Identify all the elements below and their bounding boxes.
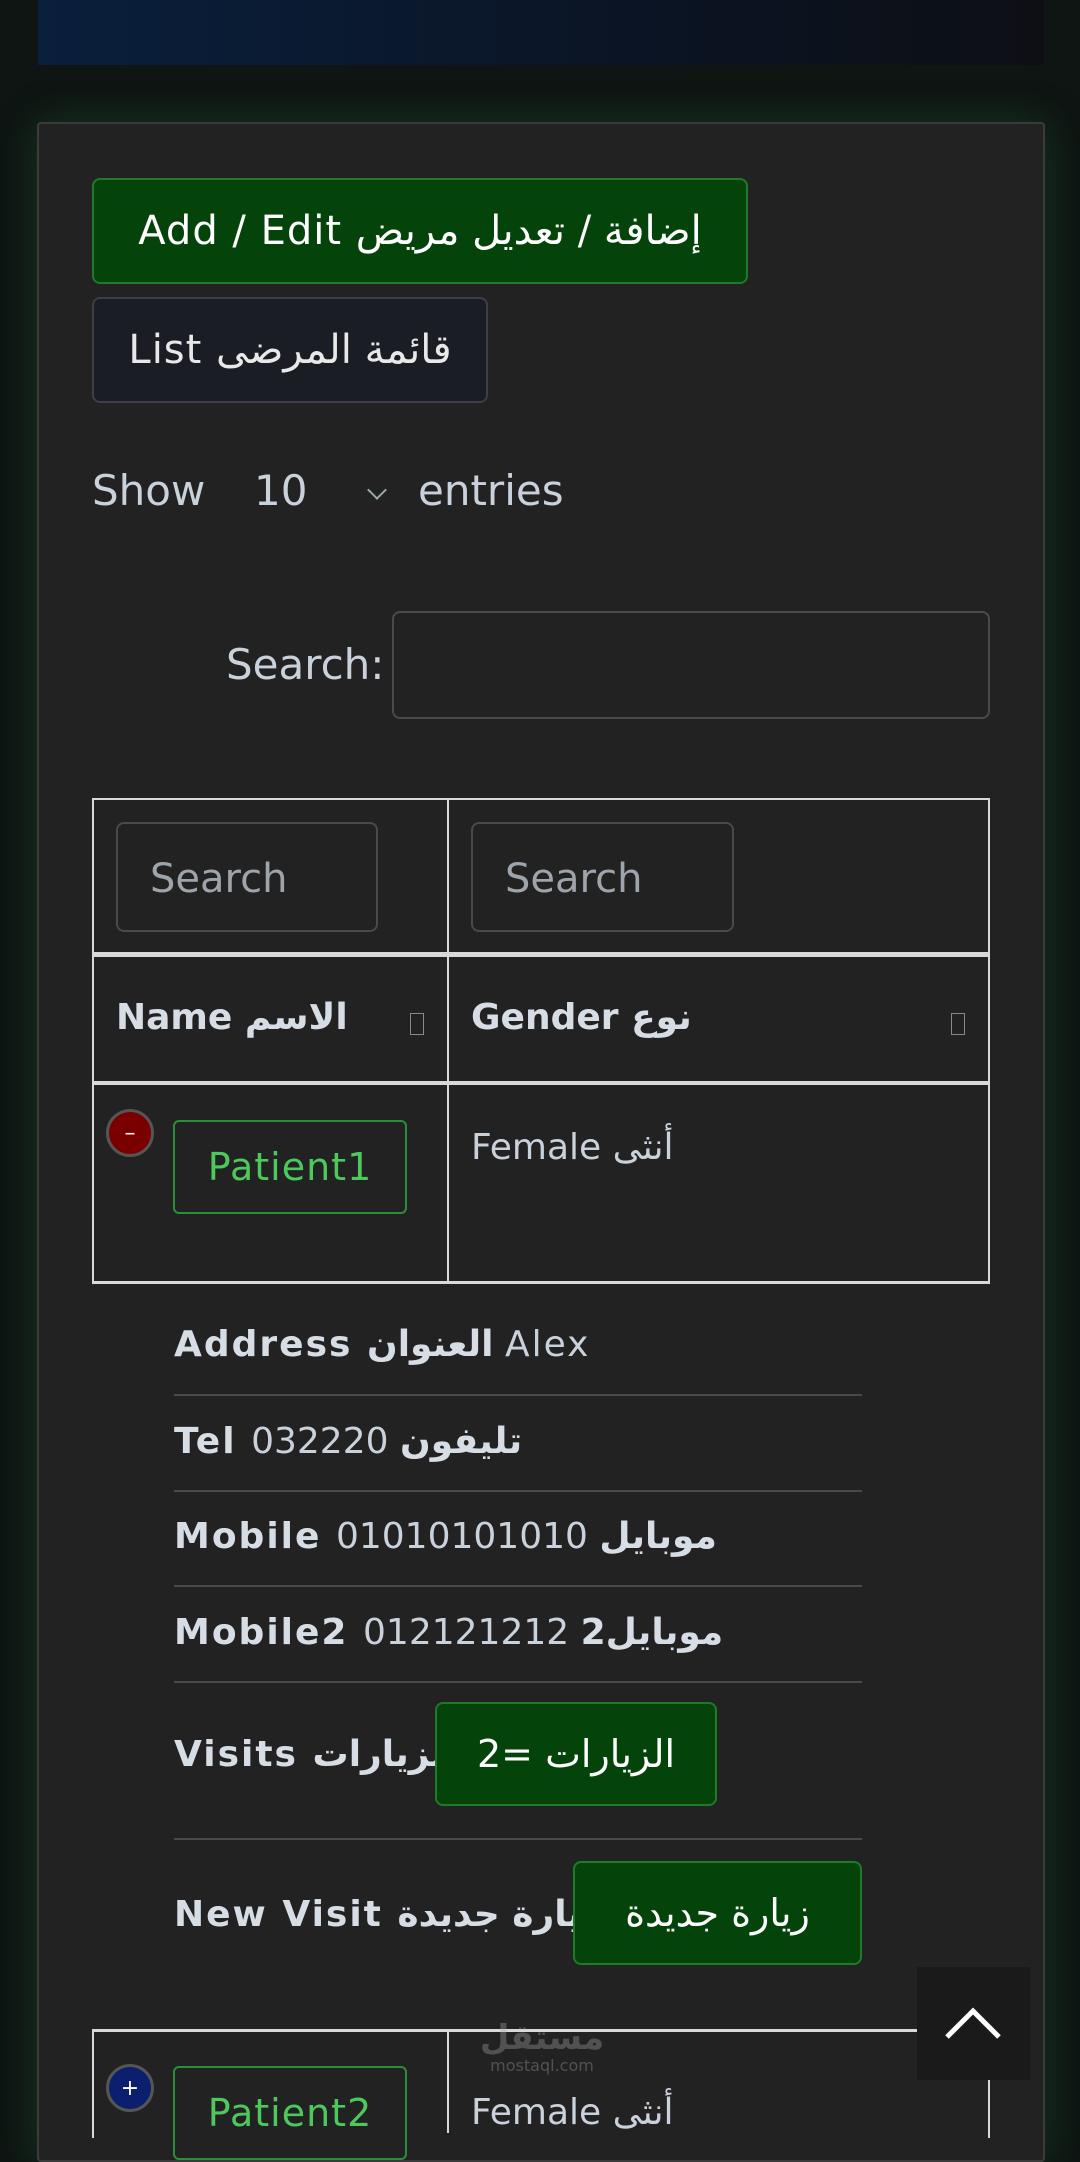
address-label: Address العنوان — [174, 1324, 494, 1365]
detail-visits: Visits الزيارات — [174, 1734, 457, 1775]
patients-list-button[interactable]: List قائمة المرضى — [92, 297, 488, 403]
patient-name-button[interactable]: Patient1 — [173, 1120, 407, 1214]
watermark: مستقل mostaql.com — [474, 2018, 610, 2074]
detail-mobile2: Mobile2 موبايل2 012121212 — [174, 1612, 723, 1653]
watermark-site: mostaql.com — [490, 2056, 594, 2075]
add-edit-patient-button[interactable]: Add / Edit إضافة / تعديل مريض — [92, 178, 748, 284]
entries-select[interactable]: 10 — [244, 455, 394, 525]
chevron-down-icon — [367, 480, 387, 500]
address-value: Alex — [504, 1324, 591, 1365]
gender-filter-input[interactable]: Search — [471, 822, 734, 932]
tel-value: 032220 — [251, 1421, 389, 1462]
sort-icon — [410, 1013, 424, 1035]
visits-label: Visits الزيارات — [174, 1734, 458, 1775]
back-to-top-button[interactable] — [917, 1967, 1030, 2080]
column-header-name-label: Name الاسم — [116, 997, 348, 1038]
gender-cell: Female أنثى — [471, 1127, 674, 1168]
mobile2-value: 012121212 — [363, 1612, 570, 1653]
detail-new-visit: New Visit زيارة جديدة — [174, 1894, 602, 1935]
chevron-up-icon — [945, 2007, 1001, 2039]
detail-tel: Tel تليفون 032220 — [174, 1421, 522, 1462]
patient-name-button[interactable]: Patient2 — [173, 2066, 407, 2160]
new-visit-button[interactable]: زيارة جديدة — [573, 1861, 862, 1965]
name-filter-placeholder: Search — [150, 856, 288, 902]
search-input[interactable] — [392, 611, 990, 719]
name-filter-input[interactable]: Search — [116, 822, 378, 932]
gender-cell: Female أنثى — [471, 2092, 674, 2133]
gender-filter-placeholder: Search — [505, 856, 643, 902]
search-label: Search: — [226, 640, 385, 689]
new-visit-label: New Visit زيارة جديدة — [174, 1894, 602, 1935]
entries-label: entries — [418, 466, 564, 515]
sort-icon — [951, 1013, 965, 1035]
column-header-name[interactable]: Name الاسم — [92, 957, 447, 1081]
visits-count-button[interactable]: الزيارات =2 — [435, 1702, 717, 1806]
collapse-row-button[interactable]: – — [106, 1109, 154, 1157]
mobile-value: 01010101010 — [335, 1516, 588, 1557]
show-label: Show — [92, 466, 206, 515]
table-row: – Patient1 Female أنثى — [92, 1085, 990, 1281]
column-header-gender[interactable]: Gender نوع — [449, 957, 990, 1081]
top-banner — [38, 0, 1044, 65]
watermark-logo-text: مستقل — [479, 2018, 605, 2058]
detail-address: Address العنوان Alex — [174, 1324, 590, 1365]
entries-select-value: 10 — [254, 466, 308, 515]
detail-mobile: Mobile موبايل 01010101010 — [174, 1516, 717, 1557]
column-header-gender-label: Gender نوع — [471, 997, 692, 1038]
expand-row-button[interactable]: + — [106, 2064, 154, 2112]
